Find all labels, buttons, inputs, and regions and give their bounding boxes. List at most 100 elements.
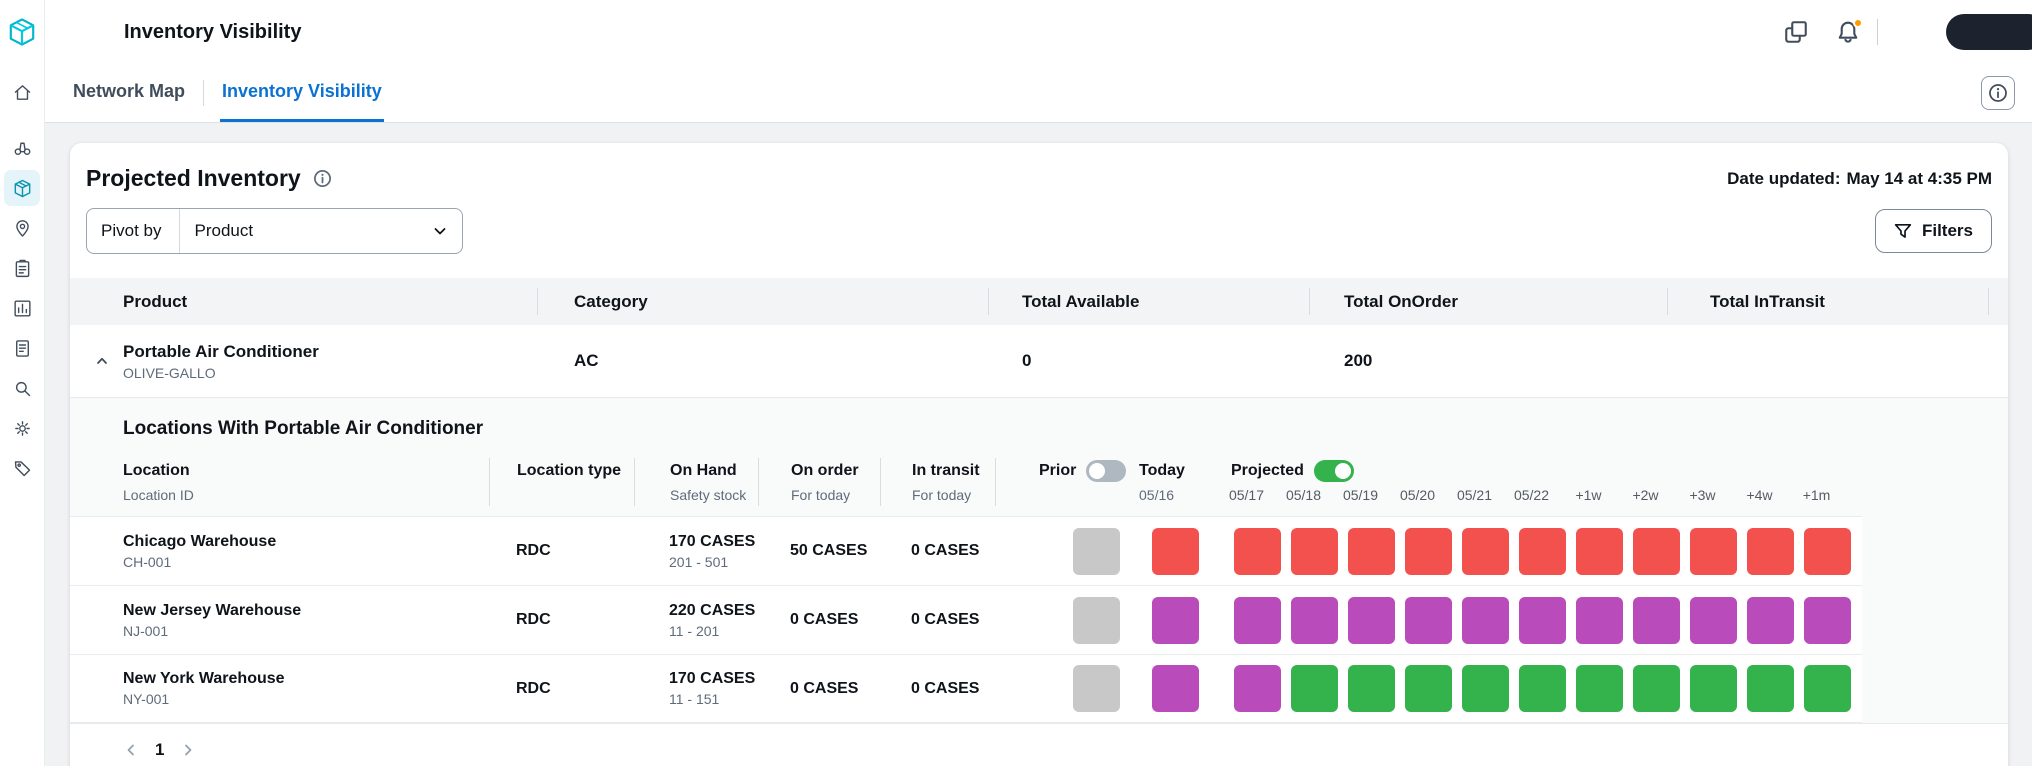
status-cell-+1m[interactable] bbox=[1804, 528, 1851, 575]
status-cell-05/19[interactable] bbox=[1348, 528, 1395, 575]
top-header: Inventory Visibility bbox=[45, 0, 2032, 64]
status-cell-+4w[interactable] bbox=[1747, 665, 1794, 712]
status-cell-+2w[interactable] bbox=[1633, 665, 1680, 712]
status-cell-today[interactable] bbox=[1152, 528, 1199, 575]
location-id: NJ-001 bbox=[123, 623, 489, 639]
page-info-button[interactable] bbox=[1981, 76, 2015, 110]
safety-stock-value: 11 - 201 bbox=[669, 623, 758, 639]
date-column-05/20: 05/20 bbox=[1394, 487, 1441, 503]
chevron-up-icon bbox=[94, 353, 110, 369]
sidebar-item-inventory[interactable] bbox=[4, 170, 40, 206]
app-logo[interactable] bbox=[0, 0, 44, 64]
status-cell-+2w[interactable] bbox=[1633, 528, 1680, 575]
status-cell-05/19[interactable] bbox=[1348, 597, 1395, 644]
status-cell-05/21[interactable] bbox=[1462, 528, 1509, 575]
status-cell-05/22[interactable] bbox=[1519, 665, 1566, 712]
date-updated: Date updated:May 14 at 4:35 PM bbox=[1727, 169, 1992, 189]
clipboard-icon bbox=[12, 258, 33, 279]
profile-button[interactable] bbox=[1946, 14, 2032, 50]
on-order-value: 0 CASES bbox=[790, 611, 880, 629]
status-cell-05/17[interactable] bbox=[1234, 528, 1281, 575]
status-cell-05/18[interactable] bbox=[1291, 528, 1338, 575]
filters-button-label: Filters bbox=[1922, 221, 1973, 241]
sidebar-item-explore[interactable] bbox=[4, 130, 40, 166]
status-cell-+1m[interactable] bbox=[1804, 665, 1851, 712]
date-column-+1m: +1m bbox=[1793, 487, 1840, 503]
next-page-button[interactable] bbox=[180, 742, 196, 758]
status-cell-05/20[interactable] bbox=[1405, 528, 1452, 575]
status-cell-prior[interactable] bbox=[1073, 665, 1120, 712]
collapse-row-button[interactable] bbox=[90, 349, 114, 373]
sidebar-item-tags[interactable] bbox=[4, 450, 40, 486]
sidebar-item-search[interactable] bbox=[4, 370, 40, 406]
notification-badge bbox=[1853, 18, 1863, 28]
projected-toggle[interactable] bbox=[1314, 460, 1354, 482]
date-column-+2w: +2w bbox=[1622, 487, 1669, 503]
status-cell-05/22[interactable] bbox=[1519, 597, 1566, 644]
previous-page-button[interactable] bbox=[123, 742, 139, 758]
column-total-onorder: Total OnOrder bbox=[1309, 278, 1667, 325]
status-cell-+1m[interactable] bbox=[1804, 597, 1851, 644]
sidebar-item-locations[interactable] bbox=[4, 210, 40, 246]
status-cell-05/22[interactable] bbox=[1519, 528, 1566, 575]
pivot-by-select[interactable]: Pivot by Product bbox=[86, 208, 463, 254]
status-cell-+3w[interactable] bbox=[1690, 665, 1737, 712]
current-page[interactable]: 1 bbox=[155, 740, 164, 760]
status-cell-+3w[interactable] bbox=[1690, 597, 1737, 644]
status-cell-prior[interactable] bbox=[1073, 528, 1120, 575]
column-on-order: On order bbox=[791, 458, 880, 484]
location-rows: Chicago WarehouseCH-001RDC170 CASES201 -… bbox=[70, 516, 1862, 723]
sidebar-item-home[interactable] bbox=[4, 74, 40, 110]
sidebar-item-settings[interactable] bbox=[4, 410, 40, 446]
on-order-value: 50 CASES bbox=[790, 542, 880, 560]
in-transit-value: 0 CASES bbox=[911, 680, 995, 698]
status-cell-05/21[interactable] bbox=[1462, 665, 1509, 712]
locations-panel: Locations With Portable Air Conditioner … bbox=[70, 397, 2008, 724]
status-cell-05/18[interactable] bbox=[1291, 665, 1338, 712]
status-cell-+1w[interactable] bbox=[1576, 597, 1623, 644]
products-table-header: Product Category Total Available Total O… bbox=[70, 278, 2008, 325]
column-location: Location bbox=[123, 458, 489, 484]
sidebar-item-documents[interactable] bbox=[4, 330, 40, 366]
column-on-order-sub: For today bbox=[791, 484, 880, 506]
copy-icon[interactable] bbox=[1783, 19, 1809, 45]
projected-dates-row: 05/1705/1805/1905/2005/2105/22+1w+2w+3w+… bbox=[1223, 484, 1862, 506]
card-header: Projected Inventory Date updated:May 14 … bbox=[70, 143, 2008, 192]
on-order-value: 0 CASES bbox=[790, 680, 880, 698]
sidebar-item-orders[interactable] bbox=[4, 250, 40, 286]
status-cell-+1w[interactable] bbox=[1576, 528, 1623, 575]
notifications-bell-icon[interactable] bbox=[1835, 19, 1861, 45]
info-icon[interactable] bbox=[313, 169, 332, 188]
status-cell-+2w[interactable] bbox=[1633, 597, 1680, 644]
sidebar-item-analytics[interactable] bbox=[4, 290, 40, 326]
tab-inventory-visibility[interactable]: Inventory Visibility bbox=[220, 64, 384, 122]
status-cell-today[interactable] bbox=[1152, 597, 1199, 644]
filters-button[interactable]: Filters bbox=[1875, 209, 1992, 253]
status-cell-+4w[interactable] bbox=[1747, 597, 1794, 644]
column-projected: Projected bbox=[1231, 462, 1304, 480]
status-cell-+4w[interactable] bbox=[1747, 528, 1794, 575]
location-pin-icon bbox=[12, 218, 33, 239]
projected-inventory-card: Projected Inventory Date updated:May 14 … bbox=[70, 143, 2008, 766]
prior-toggle[interactable] bbox=[1086, 460, 1126, 482]
status-cell-+3w[interactable] bbox=[1690, 528, 1737, 575]
tab-network-map[interactable]: Network Map bbox=[71, 64, 187, 122]
chevron-down-icon bbox=[432, 223, 448, 239]
status-cell-+1w[interactable] bbox=[1576, 665, 1623, 712]
status-cell-prior[interactable] bbox=[1073, 597, 1120, 644]
product-total-onorder: 200 bbox=[1309, 351, 1667, 371]
location-row-CH-001: Chicago WarehouseCH-001RDC170 CASES201 -… bbox=[70, 516, 1862, 585]
status-cell-05/17[interactable] bbox=[1234, 597, 1281, 644]
status-cell-05/19[interactable] bbox=[1348, 665, 1395, 712]
status-cell-05/21[interactable] bbox=[1462, 597, 1509, 644]
status-cell-05/20[interactable] bbox=[1405, 665, 1452, 712]
location-row-NJ-001: New Jersey WarehouseNJ-001RDC220 CASES11… bbox=[70, 585, 1862, 654]
status-cell-05/17[interactable] bbox=[1234, 665, 1281, 712]
today-date: 05/16 bbox=[1139, 484, 1212, 506]
status-cell-today[interactable] bbox=[1152, 665, 1199, 712]
column-safety-stock: Safety stock bbox=[670, 484, 758, 506]
status-cell-05/20[interactable] bbox=[1405, 597, 1452, 644]
status-cell-05/18[interactable] bbox=[1291, 597, 1338, 644]
column-on-hand: On Hand bbox=[670, 458, 758, 484]
date-column-05/19: 05/19 bbox=[1337, 487, 1384, 503]
